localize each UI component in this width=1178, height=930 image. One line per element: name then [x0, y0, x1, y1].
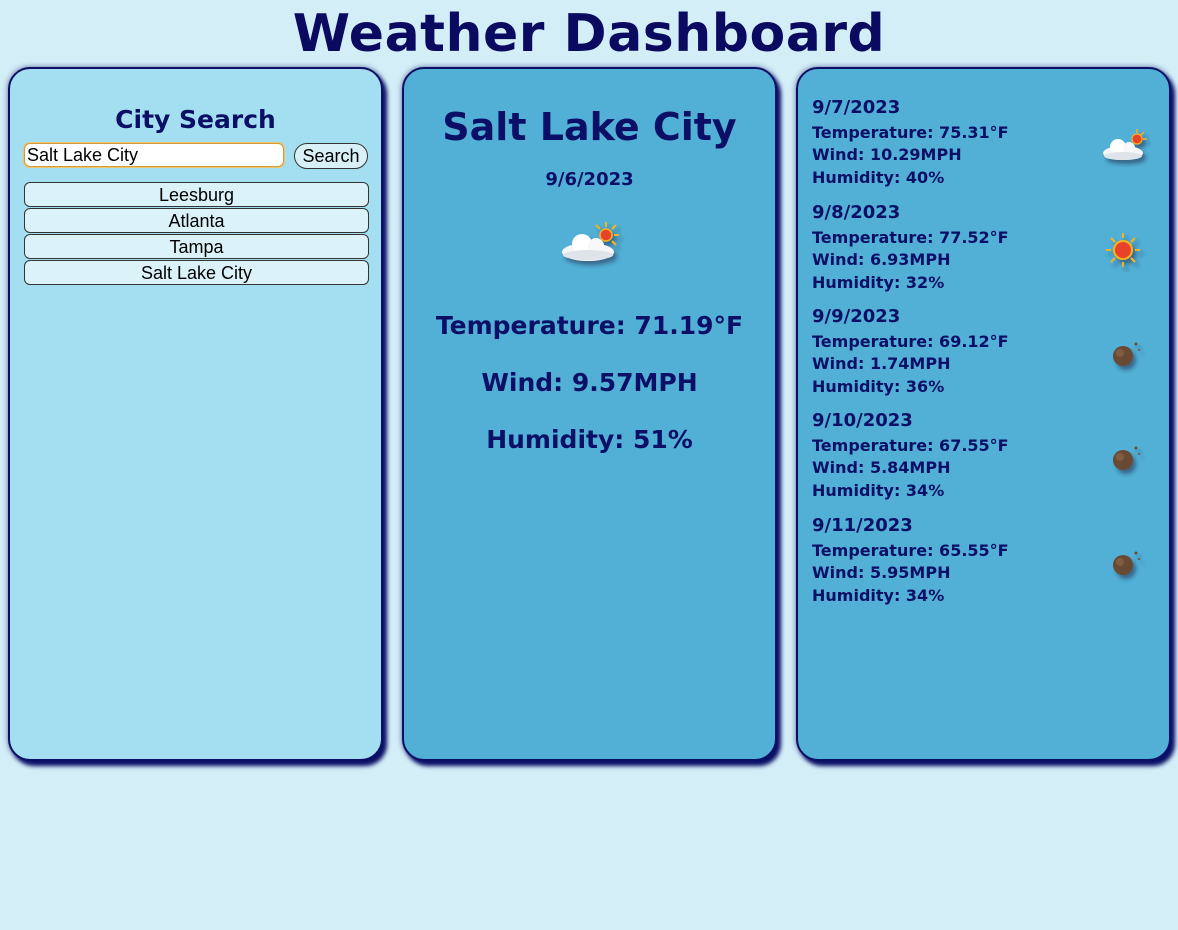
- forecast-date: 9/9/2023: [812, 306, 901, 327]
- forecast-temperature: Temperature: 69.12°F: [812, 332, 1009, 351]
- forecast-date: 9/11/2023: [812, 515, 913, 536]
- city-search-input[interactable]: [24, 143, 284, 167]
- forecast-wind: Wind: 5.84MPH: [812, 458, 951, 477]
- search-history-list: Leesburg Atlanta Tampa Salt Lake City: [24, 182, 369, 286]
- current-city-name: Salt Lake City: [442, 105, 737, 149]
- search-button[interactable]: Search: [294, 143, 368, 169]
- forecast-humidity: Humidity: 34%: [812, 586, 945, 605]
- forecast-humidity: Humidity: 36%: [812, 377, 945, 396]
- current-weather-panel: Salt Lake City 9/6/2023 Temperature: 71.…: [402, 67, 777, 761]
- forecast-day: 9/9/2023 Temperature: 69.12°F Wind: 1.74…: [812, 306, 1157, 406]
- search-panel: City Search Search Leesburg Atlanta Tamp…: [8, 67, 383, 761]
- forecast-date: 9/10/2023: [812, 410, 913, 431]
- sun-icon: [1106, 233, 1140, 267]
- history-item-atlanta[interactable]: Atlanta: [24, 208, 369, 233]
- forecast-date: 9/7/2023: [812, 97, 901, 118]
- history-item-tampa[interactable]: Tampa: [24, 234, 369, 259]
- night-icon: [1113, 342, 1140, 366]
- history-item-leesburg[interactable]: Leesburg: [24, 182, 369, 207]
- page-title: Weather Dashboard: [292, 4, 886, 64]
- current-wind: Wind: 9.57MPH: [481, 368, 698, 397]
- forecast-day: 9/11/2023 Temperature: 65.55°F Wind: 5.9…: [812, 515, 1157, 615]
- partly-cloudy-icon: [562, 222, 619, 261]
- forecast-wind: Wind: 6.93MPH: [812, 250, 951, 269]
- current-date: 9/6/2023: [545, 169, 634, 190]
- forecast-temperature: Temperature: 75.31°F: [812, 123, 1009, 142]
- forecast-day: 9/7/2023 Temperature: 75.31°F Wind: 10.2…: [812, 97, 1157, 197]
- forecast-humidity: Humidity: 32%: [812, 273, 945, 292]
- search-heading: City Search: [115, 105, 276, 134]
- forecast-wind: Wind: 5.95MPH: [812, 563, 951, 582]
- night-icon: [1113, 551, 1140, 575]
- forecast-wind: Wind: 10.29MPH: [812, 145, 962, 164]
- partly-cloudy-icon: [1103, 129, 1147, 160]
- forecast-day: 9/8/2023 Temperature: 77.52°F Wind: 6.93…: [812, 202, 1157, 302]
- forecast-date: 9/8/2023: [812, 202, 901, 223]
- forecast-temperature: Temperature: 67.55°F: [812, 436, 1009, 455]
- forecast-wind: Wind: 1.74MPH: [812, 354, 951, 373]
- forecast-temperature: Temperature: 65.55°F: [812, 541, 1009, 560]
- forecast-humidity: Humidity: 34%: [812, 481, 945, 500]
- forecast-panel: 9/7/2023 Temperature: 75.31°F Wind: 10.2…: [796, 67, 1171, 761]
- history-item-salt-lake-city[interactable]: Salt Lake City: [24, 260, 369, 285]
- forecast-temperature: Temperature: 77.52°F: [812, 228, 1009, 247]
- forecast-day: 9/10/2023 Temperature: 67.55°F Wind: 5.8…: [812, 410, 1157, 510]
- night-icon: [1113, 446, 1140, 470]
- current-temperature: Temperature: 71.19°F: [435, 311, 744, 340]
- current-humidity: Humidity: 51%: [486, 425, 693, 454]
- forecast-humidity: Humidity: 40%: [812, 168, 945, 187]
